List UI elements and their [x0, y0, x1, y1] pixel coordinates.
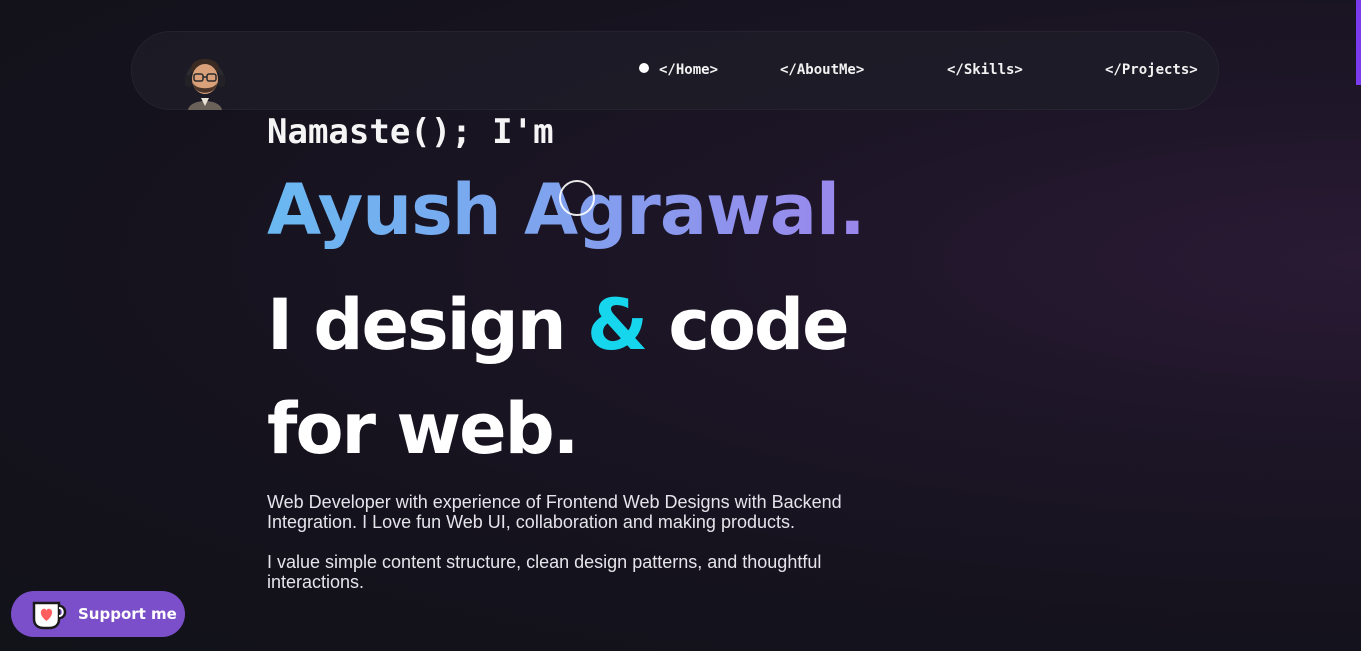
navbar: </Home> </AboutMe> </Skills> </Projects> — [131, 31, 1219, 110]
bio-paragraph-1: Web Developer with experience of Fronten… — [267, 492, 842, 532]
bio: Web Developer with experience of Fronten… — [267, 492, 907, 592]
nav-link-skills[interactable]: </Skills> — [947, 62, 1023, 78]
tagline-part1: I design — [267, 284, 587, 366]
cursor-ring — [559, 180, 595, 216]
nav-link-home-label: </Home> — [659, 62, 719, 78]
nav-link-aboutme[interactable]: </AboutMe> — [780, 62, 864, 78]
nav-links: </Home> </AboutMe> </Skills> </Projects> — [132, 62, 1218, 82]
tagline-ampersand: & — [586, 284, 648, 366]
support-me-label: Support me — [78, 605, 177, 623]
kofi-cup-heart-icon — [32, 601, 67, 630]
nav-link-projects[interactable]: </Projects> — [1105, 62, 1198, 78]
greeting-text: Namaste(); I'm — [267, 112, 554, 152]
active-indicator-dot — [639, 63, 649, 73]
hero-tagline: I design & code for web. — [267, 273, 967, 481]
scroll-indicator — [1356, 0, 1361, 85]
bio-paragraph-2: I value simple content structure, clean … — [267, 552, 822, 592]
nav-link-home[interactable]: </Home> — [639, 62, 718, 78]
support-me-button[interactable]: Support me — [11, 591, 185, 637]
